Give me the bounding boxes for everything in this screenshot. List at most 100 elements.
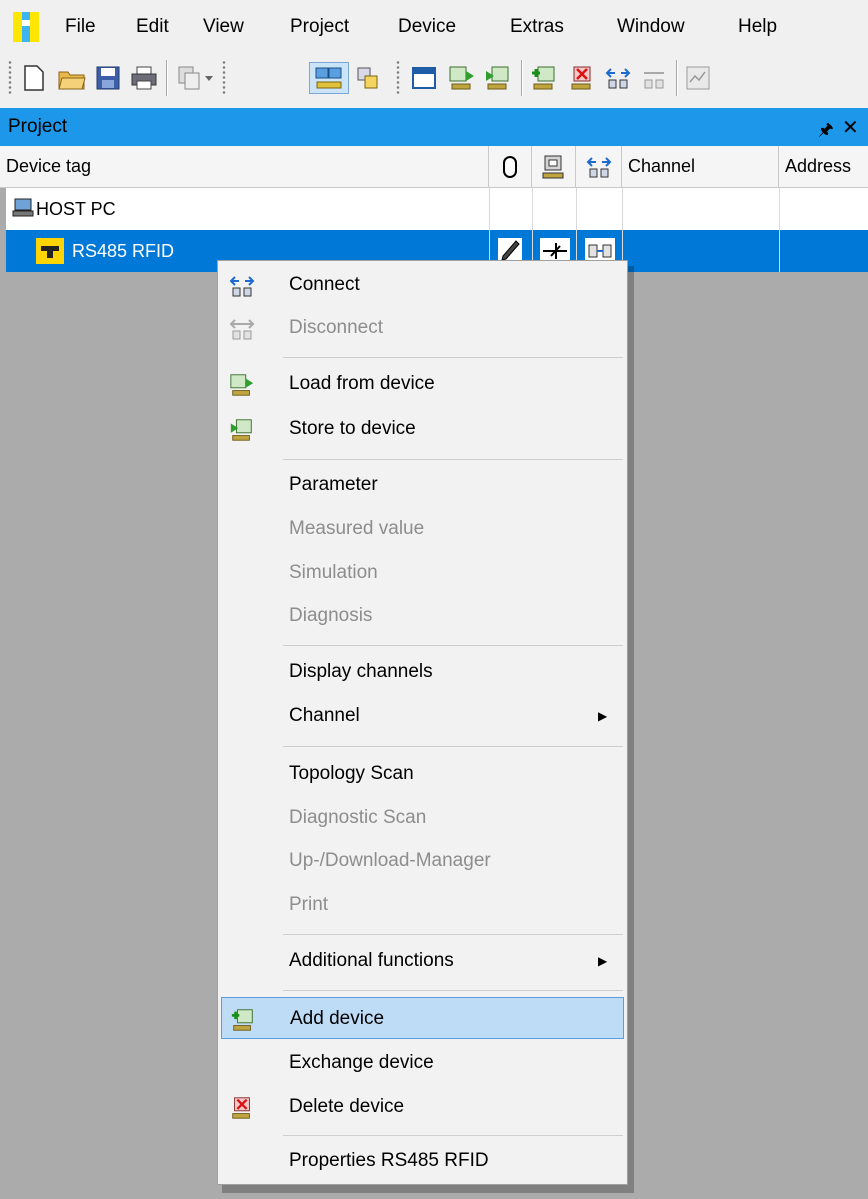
disconnect-icon (229, 319, 255, 340)
menu-label: Measured value (289, 518, 425, 539)
menu-item-additional-functions[interactable]: Additional functions ▶ (221, 940, 624, 982)
menu-label: Channel (289, 705, 360, 726)
menu-item-add-device[interactable]: Add device (221, 997, 624, 1039)
copy-device-icon[interactable] (174, 62, 218, 94)
store-to-device-icon[interactable] (482, 62, 514, 94)
tree-label: HOST PC (36, 199, 116, 219)
add-device-icon[interactable] (528, 62, 560, 94)
menu-item-topology-scan[interactable]: Topology Scan (221, 753, 624, 795)
submenu-arrow-icon: ▶ (598, 954, 608, 968)
close-icon[interactable]: ✕ (842, 115, 859, 140)
menu-project[interactable]: Project (290, 16, 349, 38)
rfid-device-icon (36, 238, 64, 264)
load-from-device-icon (230, 374, 254, 396)
column-mode[interactable] (489, 146, 532, 187)
toolbar-separator (521, 60, 522, 96)
menu-label: Connect (289, 274, 360, 295)
menu-label: Simulation (289, 562, 378, 583)
print-icon[interactable] (128, 62, 160, 94)
menu-item-simulation[interactable]: Simulation (221, 552, 624, 594)
menu-label: Properties RS485 RFID (289, 1150, 489, 1171)
cylinder-icon (503, 155, 517, 178)
menu-device[interactable]: Device (398, 16, 456, 38)
menu-separator (283, 459, 623, 460)
project-view-icon[interactable] (309, 62, 349, 94)
menu-label: Additional functions (289, 950, 454, 971)
menu-item-display-channels[interactable]: Display channels (221, 651, 624, 693)
connect-icon[interactable] (602, 62, 634, 94)
delete-device-icon[interactable] (566, 62, 598, 94)
toolbar-separator (166, 60, 167, 96)
toolbar-grip[interactable] (396, 60, 400, 96)
column-connection[interactable] (576, 146, 622, 187)
menu-item-diagnosis[interactable]: Diagnosis (221, 595, 624, 637)
menu-label: Diagnosis (289, 605, 373, 626)
open-folder-icon[interactable] (56, 62, 88, 94)
computer-icon (12, 198, 34, 217)
menu-window[interactable]: Window (617, 16, 685, 38)
menu-label: Diagnostic Scan (289, 807, 427, 828)
menu-item-exchange-device[interactable]: Exchange device (221, 1042, 624, 1084)
toolbar-grip[interactable] (222, 60, 226, 96)
menu-label: Store to device (289, 418, 416, 439)
menu-label: Parameter (289, 474, 378, 495)
toolbar-grip[interactable] (8, 60, 12, 96)
menu-separator (283, 934, 623, 935)
menu-item-parameter[interactable]: Parameter (221, 464, 624, 506)
new-document-icon[interactable] (18, 62, 50, 94)
menu-item-delete-device[interactable]: Delete device (221, 1086, 624, 1128)
connect-icon (229, 276, 255, 297)
menu-separator (283, 645, 623, 646)
menu-item-channel[interactable]: Channel ▶ (221, 695, 624, 737)
column-device[interactable] (532, 146, 576, 187)
connect-icon (586, 156, 611, 177)
menu-label: Disconnect (289, 317, 383, 338)
toolbar-separator (676, 60, 677, 96)
menu-label: Add device (290, 1008, 385, 1029)
pin-icon[interactable]: 🖈 (818, 117, 834, 146)
menu-item-load-from-device[interactable]: Load from device (221, 363, 624, 405)
disconnect-icon[interactable] (638, 62, 670, 94)
menu-help[interactable]: Help (738, 16, 777, 38)
menu-item-store-to-device[interactable]: Store to device (221, 408, 624, 450)
column-label: Address (785, 156, 852, 176)
menu-label: Delete device (289, 1096, 405, 1117)
window-icon[interactable] (408, 62, 440, 94)
menu-separator (283, 990, 623, 991)
menu-separator (283, 1135, 623, 1136)
load-from-device-icon[interactable] (446, 62, 478, 94)
save-icon[interactable] (92, 62, 124, 94)
menu-file[interactable]: File (65, 16, 96, 38)
menu-label: Up-/Download-Manager (289, 850, 491, 871)
tree-row-host[interactable]: HOST PC (6, 188, 868, 230)
measured-value-icon[interactable] (682, 62, 714, 94)
menu-label: Print (289, 894, 329, 915)
menu-view[interactable]: View (203, 16, 244, 38)
menu-edit[interactable]: Edit (136, 16, 169, 38)
menu-item-disconnect[interactable]: Disconnect (221, 307, 624, 349)
add-device-icon (231, 1009, 253, 1031)
submenu-arrow-icon: ▶ (598, 709, 608, 723)
column-header: Device tag Channel Address (0, 146, 868, 188)
context-menu: Connect Disconnect Load from device Stor… (217, 260, 628, 1185)
menu-item-updownload-manager[interactable]: Up-/Download-Manager (221, 840, 624, 882)
column-channel[interactable]: Channel (622, 146, 779, 187)
menu-extras[interactable]: Extras (510, 16, 564, 38)
menu-separator (283, 746, 623, 747)
menu-separator (283, 357, 623, 358)
delete-device-icon (232, 1097, 250, 1119)
menu-item-print[interactable]: Print (221, 884, 624, 926)
menu-item-measured-value[interactable]: Measured value (221, 508, 624, 550)
app-logo-icon (13, 12, 39, 42)
menu-item-properties[interactable]: Properties RS485 RFID (221, 1140, 624, 1182)
catalog-icon[interactable] (352, 62, 384, 94)
menu-item-connect[interactable]: Connect (221, 264, 624, 306)
menu-item-diagnostic-scan[interactable]: Diagnostic Scan (221, 797, 624, 839)
column-divider (779, 188, 780, 272)
column-device-tag[interactable]: Device tag (0, 146, 489, 187)
tree-label: RS485 RFID (72, 241, 175, 261)
project-panel-header: Project 🖈 ✕ (0, 108, 868, 146)
column-label: Channel (628, 156, 696, 176)
column-address[interactable]: Address (779, 146, 868, 187)
toolbar (0, 52, 868, 108)
